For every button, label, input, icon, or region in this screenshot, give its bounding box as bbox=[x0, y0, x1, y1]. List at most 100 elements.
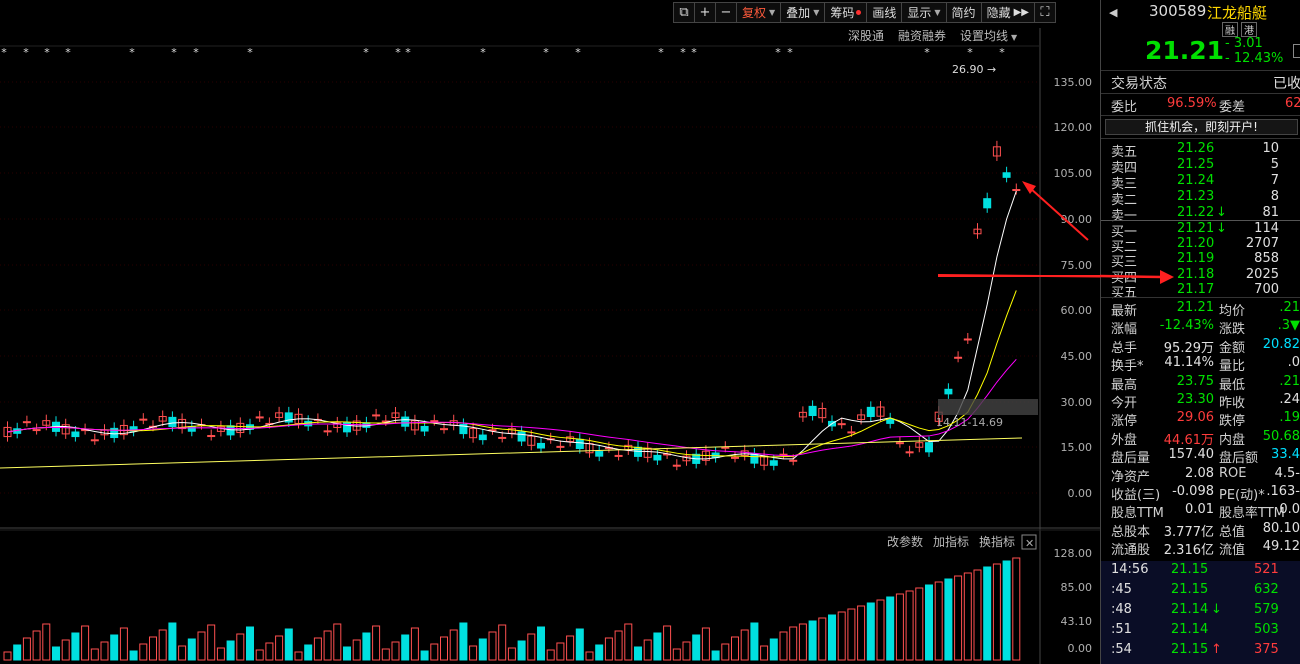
bid-volume: 114 bbox=[1254, 221, 1279, 236]
stat-value: 0.01 bbox=[1185, 502, 1214, 518]
stat-label: 最高 bbox=[1111, 377, 1138, 393]
volume-bar bbox=[110, 634, 119, 661]
margin-trading-link[interactable]: 融资融券 bbox=[898, 27, 946, 44]
volume-bar bbox=[304, 644, 313, 661]
volume-bar bbox=[129, 650, 138, 661]
event-marker-icon: * bbox=[171, 46, 177, 59]
ma-settings-link[interactable]: 设置均线 ▼ bbox=[960, 27, 1017, 44]
trade-volume: 521 bbox=[1254, 562, 1279, 577]
volume-bar bbox=[178, 645, 187, 661]
stat-label: 换手* bbox=[1111, 359, 1144, 375]
candle bbox=[905, 451, 914, 454]
stat-value: 95.29万 bbox=[1163, 340, 1214, 356]
volume-bar bbox=[313, 637, 322, 661]
ask-row[interactable]: 卖一 21.22 ↓ 81 bbox=[1105, 205, 1300, 224]
ask-row[interactable]: 卖四 21.25 5 bbox=[1105, 157, 1300, 176]
event-marker-icon: * bbox=[1, 46, 7, 59]
volume-bar bbox=[954, 575, 963, 661]
stat-label: 内盘 bbox=[1219, 432, 1246, 448]
draw-line-button[interactable]: 画线 bbox=[866, 2, 903, 23]
stat-label: 涨幅 bbox=[1111, 322, 1138, 338]
expand-icon[interactable] bbox=[1293, 44, 1300, 58]
stat-value: 157.40 bbox=[1168, 447, 1215, 463]
ask-row[interactable]: 卖二 21.23 8 bbox=[1105, 189, 1300, 208]
overlay-button[interactable]: 叠加 ▼ bbox=[780, 2, 826, 23]
ask-price: 21.25 bbox=[1177, 157, 1215, 172]
volume-bar bbox=[963, 572, 972, 661]
peak-price-label: 26.90 → bbox=[952, 63, 996, 76]
indicator-tool-label: 改参数 bbox=[887, 534, 923, 549]
volume-bar bbox=[546, 649, 555, 661]
volume-bar bbox=[100, 641, 109, 661]
stat-value: 2.08 bbox=[1185, 465, 1214, 481]
candle bbox=[895, 442, 904, 445]
volume-bar bbox=[614, 630, 623, 661]
zoom-in-button[interactable]: + bbox=[694, 2, 716, 23]
bid-row[interactable]: 买三 21.19 858 bbox=[1105, 251, 1300, 270]
candle bbox=[925, 442, 933, 453]
volume-bar bbox=[682, 641, 691, 661]
kline-chart-area[interactable]: 135.00 120.00 105.00 90.00 75.00 60.00 45.00 30… bbox=[0, 0, 1100, 664]
volume-bar bbox=[905, 590, 914, 661]
volume-bar bbox=[381, 648, 390, 661]
zoom-out-button[interactable]: − bbox=[715, 2, 737, 23]
bid-price: 21.21 bbox=[1177, 221, 1215, 236]
candle bbox=[1002, 172, 1011, 178]
stat-value: 21. bbox=[1279, 373, 1300, 389]
ask-price: 21.26 bbox=[1177, 141, 1215, 156]
volume-bar bbox=[420, 650, 429, 661]
restore-rights-button[interactable]: 复权 ▼ bbox=[736, 2, 782, 23]
chips-button[interactable]: 筹码 bbox=[824, 2, 868, 23]
volume-bar bbox=[42, 623, 51, 661]
volume-bar bbox=[401, 634, 410, 661]
ask-row[interactable]: 卖三 21.24 7 bbox=[1105, 173, 1300, 192]
candle bbox=[653, 454, 662, 461]
volume-bar bbox=[255, 649, 264, 661]
volume-bar bbox=[798, 623, 807, 661]
ask-price: 21.23 bbox=[1177, 189, 1215, 204]
hk-connect-link[interactable]: 深股通 bbox=[848, 27, 884, 44]
bid-row[interactable]: 买二 21.20 2707 bbox=[1105, 236, 1300, 255]
stat-value: 41.14% bbox=[1164, 355, 1214, 371]
y-tick-label: 75.00 bbox=[1061, 259, 1093, 272]
volume-bar bbox=[488, 631, 497, 661]
stat-label: 流值 bbox=[1219, 543, 1246, 559]
chip-range-box bbox=[938, 399, 1038, 415]
simple-mode-button[interactable]: 简约 bbox=[945, 2, 982, 23]
volume-bar bbox=[808, 620, 817, 661]
fullscreen-icon[interactable]: ⛶ bbox=[1033, 2, 1056, 23]
candle bbox=[963, 338, 972, 341]
candle bbox=[954, 356, 963, 359]
volume-bar bbox=[158, 629, 167, 661]
open-account-banner[interactable]: 抓住机会，即刻开户! bbox=[1105, 119, 1298, 135]
volume-bar bbox=[323, 630, 332, 661]
ask-row[interactable]: 卖五 21.26 10 bbox=[1105, 141, 1300, 160]
volume-bar bbox=[624, 623, 633, 661]
volume-bar bbox=[352, 639, 361, 661]
bid-row[interactable]: 买一 21.21 ↓ 114 bbox=[1105, 221, 1300, 240]
trade-row: :54 21.15 ↑ 375 bbox=[1101, 642, 1300, 662]
volume-bar bbox=[22, 637, 31, 661]
event-marker-icon: * bbox=[787, 46, 793, 59]
display-button[interactable]: 显示 ▼ bbox=[901, 2, 947, 23]
window-icon[interactable]: ⧉ bbox=[673, 2, 695, 23]
order-book-arrow-overlay bbox=[1100, 270, 1174, 284]
volume-bar bbox=[925, 584, 933, 661]
volume-bar bbox=[847, 608, 856, 661]
candle bbox=[837, 423, 846, 426]
volume-bar bbox=[721, 643, 730, 661]
stat-label: 今开 bbox=[1111, 396, 1138, 411]
prev-stock-icon[interactable]: ◀ bbox=[1109, 6, 1117, 19]
bid-price: 21.20 bbox=[1177, 236, 1215, 252]
volume-bar bbox=[750, 622, 759, 661]
hide-button[interactable]: 隐藏 ▶▶ bbox=[980, 2, 1035, 23]
stock-name: 江龙船艇 bbox=[1207, 4, 1268, 22]
event-marker-icon: * bbox=[967, 46, 973, 59]
volume-bar bbox=[740, 629, 749, 661]
volume-bar bbox=[410, 627, 419, 661]
close-icon: ✕ bbox=[1025, 537, 1034, 550]
volume-bar bbox=[585, 651, 594, 661]
kline-svg[interactable]: 135.00120.00105.0090.0075.0060.0045.0030… bbox=[0, 0, 1100, 664]
ask-volume: 8 bbox=[1270, 189, 1279, 204]
volume-bar bbox=[575, 628, 584, 661]
